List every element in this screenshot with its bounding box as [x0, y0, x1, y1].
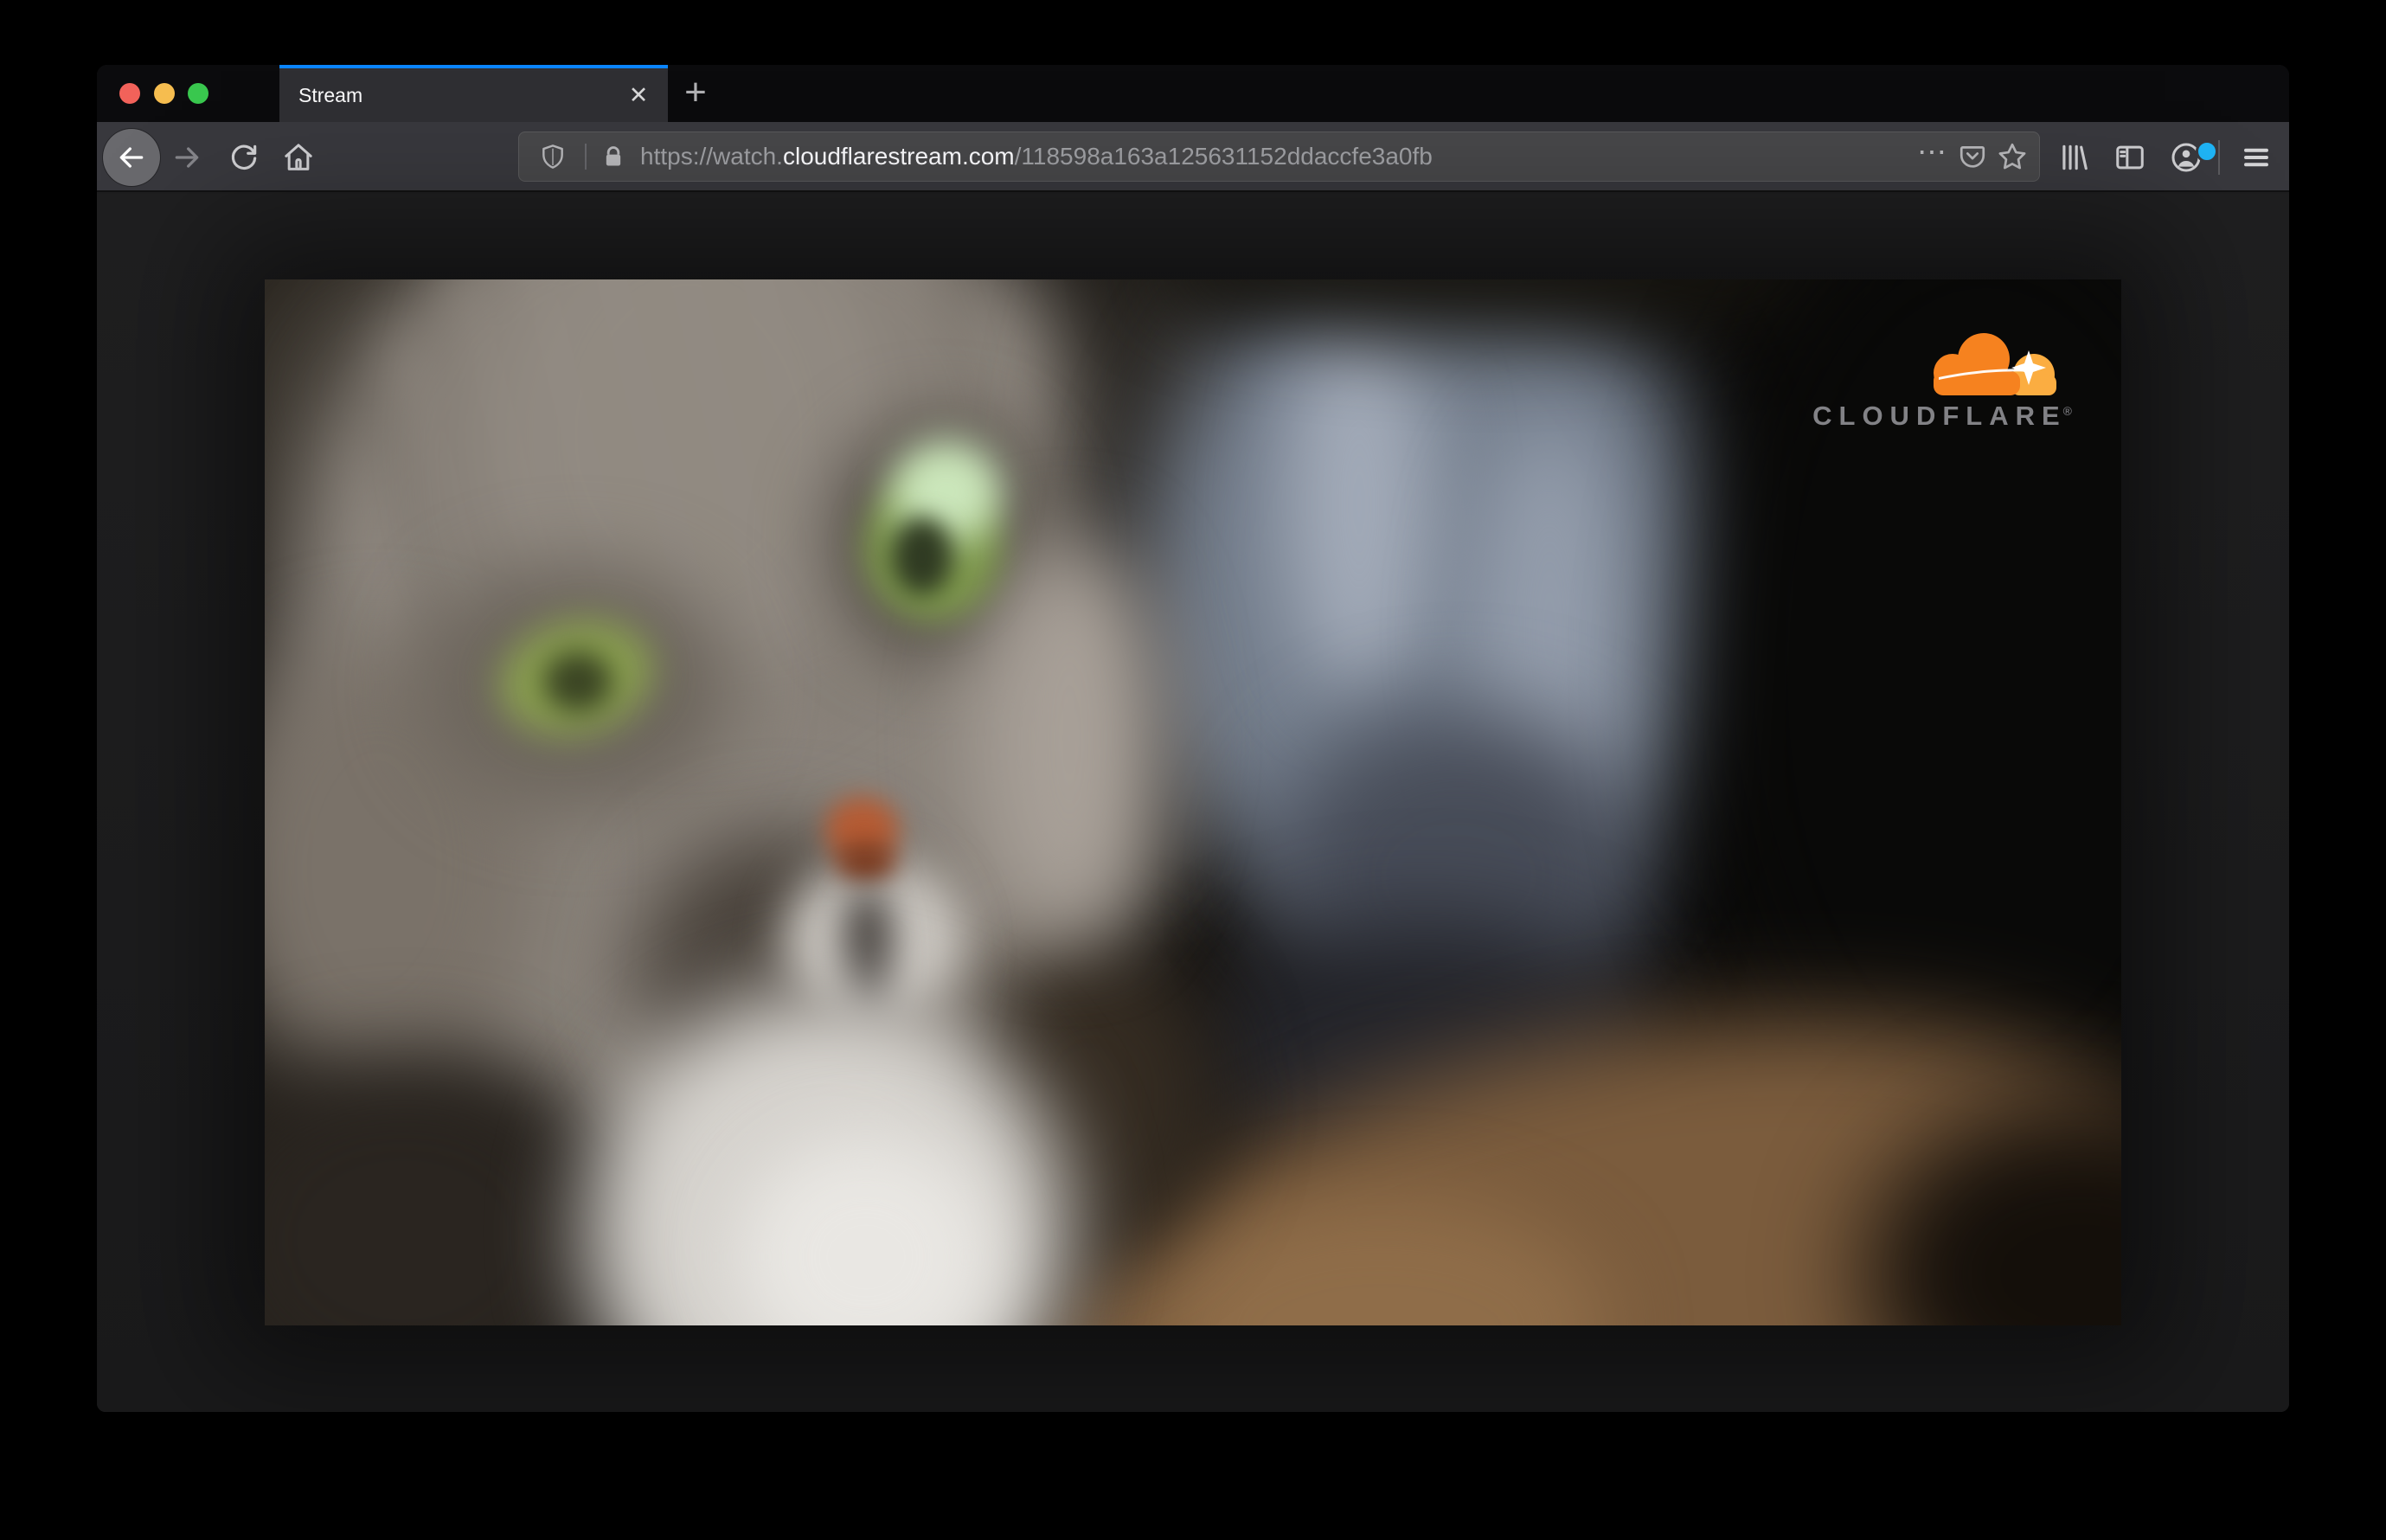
sidebars-button[interactable]: [2109, 137, 2151, 178]
urlbar-separator: [585, 144, 587, 170]
browser-window: Stream ✕ + https://watch.cloudflarestrea…: [97, 65, 2289, 1412]
macos-minimize-button[interactable]: [154, 83, 175, 104]
macos-zoom-button[interactable]: [188, 83, 208, 104]
library-button[interactable]: [2053, 137, 2094, 178]
reload-button[interactable]: [223, 137, 265, 178]
url-path: /118598a163a125631152ddaccfe3a0fb: [1014, 143, 1433, 170]
hamburger-icon: [2241, 142, 2272, 173]
registered-mark: ®: [2062, 403, 2072, 418]
forward-button[interactable]: [166, 137, 208, 178]
page-content: CLOUDFLARE®: [97, 194, 2289, 1412]
cloudflare-cloud-icon: [1927, 328, 2065, 395]
video-scene-blurry-cat: [265, 279, 2121, 1325]
url-bar[interactable]: https://watch.cloudflarestream.com/11859…: [518, 132, 2040, 182]
tab-close-icon[interactable]: ✕: [621, 78, 656, 112]
cloudflare-wordmark: CLOUDFLARE®: [1812, 401, 2072, 432]
back-button[interactable]: [103, 129, 160, 186]
menu-button[interactable]: [2235, 137, 2277, 178]
titlebar: Stream ✕ +: [97, 65, 2289, 122]
back-icon: [114, 140, 149, 175]
new-tab-button[interactable]: +: [675, 71, 716, 113]
pocket-button[interactable]: [1953, 137, 1992, 176]
reload-icon: [228, 141, 260, 174]
cloudflare-brand-text: CLOUDFLARE: [1812, 401, 2067, 431]
video-player[interactable]: CLOUDFLARE®: [265, 279, 2121, 1325]
scene-blob: [543, 651, 613, 712]
tab-title: Stream: [298, 83, 363, 106]
sidebar-icon: [2113, 141, 2146, 174]
url-prefix: https://watch.: [640, 143, 783, 170]
url-text: https://watch.cloudflarestream.com/11859…: [640, 143, 1913, 170]
tab-stream[interactable]: Stream ✕: [279, 65, 668, 122]
macos-close-button[interactable]: [119, 83, 140, 104]
account-notification-dot: [2196, 140, 2218, 163]
navigation-toolbar: https://watch.cloudflarestream.com/11859…: [97, 122, 2289, 192]
library-icon: [2057, 141, 2090, 174]
ellipsis-icon: ⋯: [1917, 136, 1948, 169]
screenshot-stage: Stream ✕ + https://watch.cloudflarestrea…: [0, 0, 2386, 1540]
home-icon: [281, 140, 316, 175]
toolbar-divider: [2218, 140, 2220, 175]
scene-blob: [974, 539, 1164, 937]
scene-blob: [892, 517, 952, 595]
home-button[interactable]: [278, 137, 319, 178]
scene-blob: [1286, 314, 1433, 695]
page-actions-button[interactable]: ⋯: [1913, 137, 1953, 176]
cloudflare-logo: CLOUDFLARE®: [1786, 328, 2072, 432]
url-domain: cloudflarestream.com: [782, 143, 1015, 170]
bookmark-star-icon[interactable]: [1992, 137, 2032, 176]
scene-blob: [836, 842, 896, 881]
forward-icon: [170, 140, 204, 175]
tracking-protection-shield-icon[interactable]: [533, 137, 573, 176]
lock-icon[interactable]: [599, 137, 628, 176]
